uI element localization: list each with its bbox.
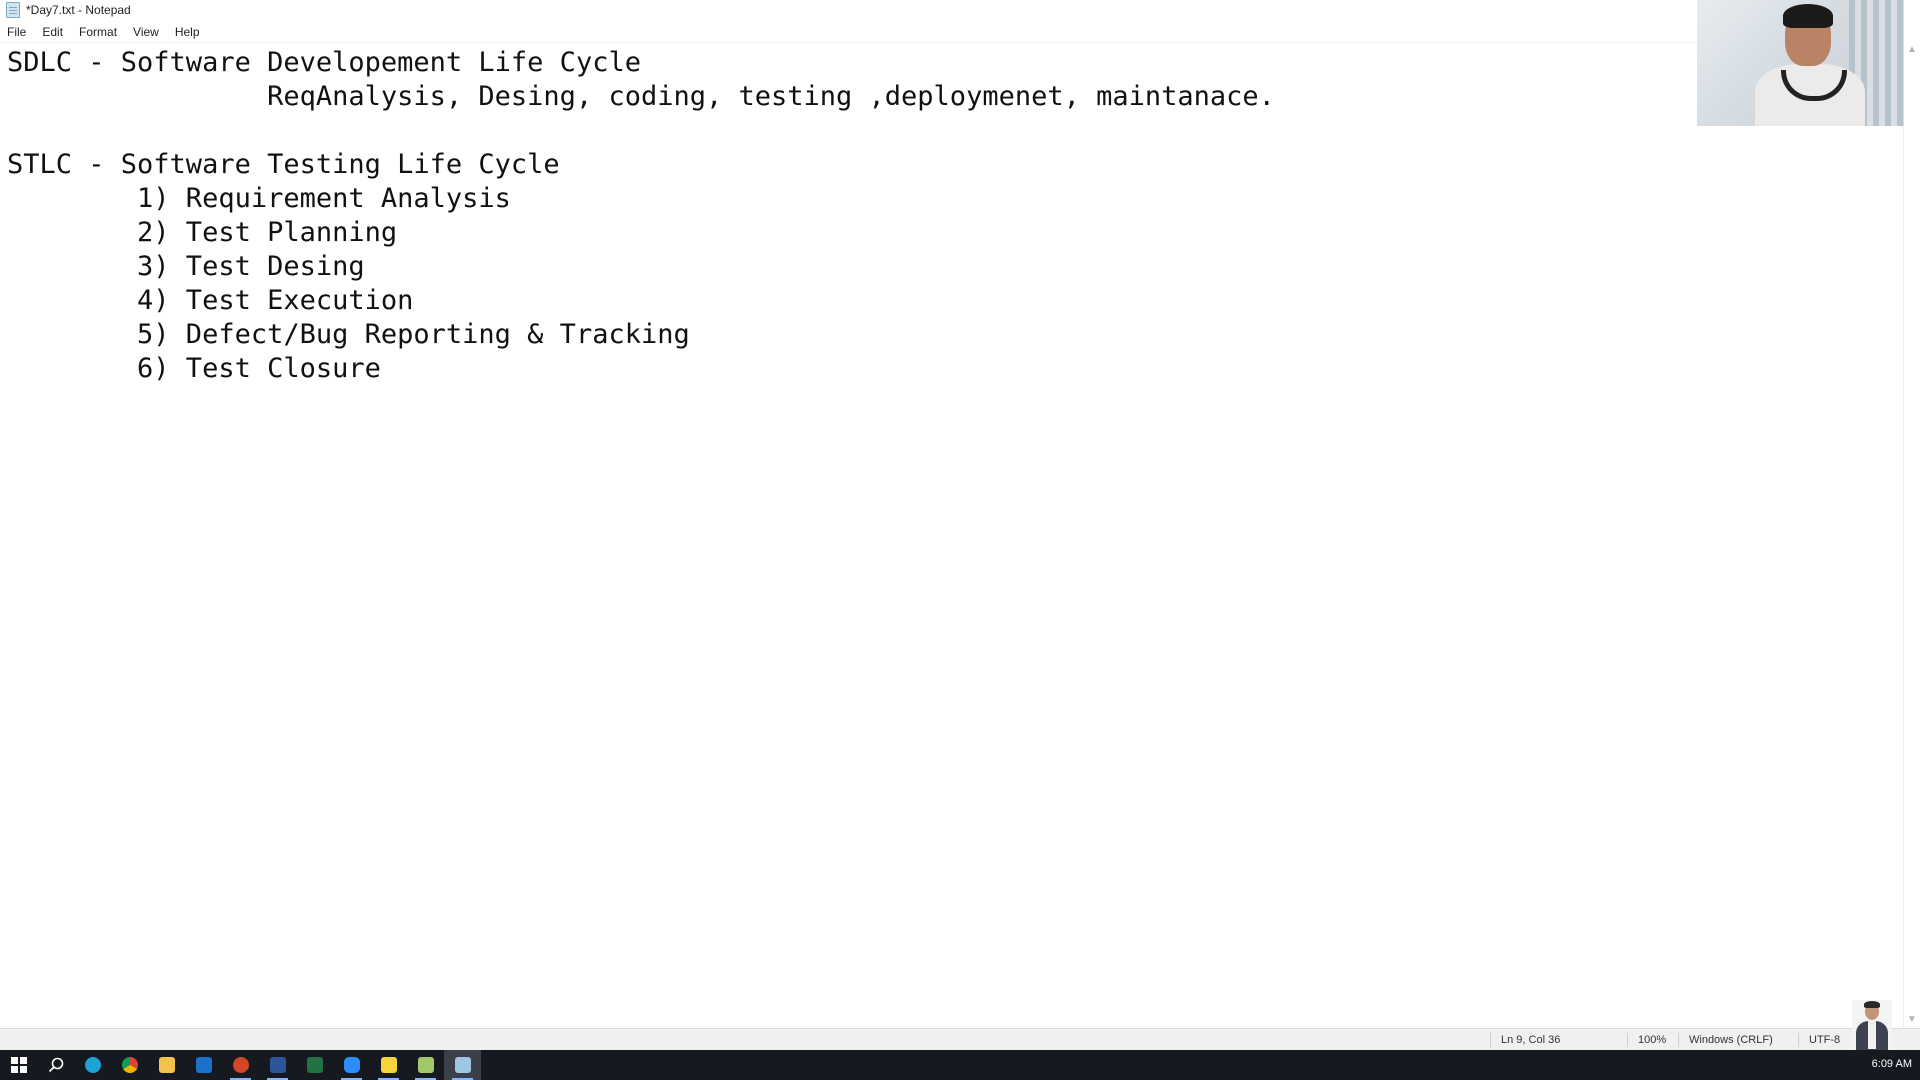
taskbar: [0, 1050, 1920, 1080]
title-bar: *Day7.txt - Notepad: [0, 0, 1920, 20]
excel-icon[interactable]: [296, 1050, 333, 1080]
powerpoint-icon[interactable]: [222, 1050, 259, 1080]
notepad-plus-icon[interactable]: [407, 1050, 444, 1080]
editor-line: STLC - Software Testing Life Cycle: [7, 149, 560, 180]
word-icon[interactable]: [259, 1050, 296, 1080]
outlook-icon[interactable]: [185, 1050, 222, 1080]
line-ending: Windows (CRLF): [1678, 1033, 1809, 1047]
menu-format[interactable]: Format: [71, 25, 125, 39]
editor-line: SDLC - Software Developement Life Cycle: [7, 47, 641, 78]
encoding: UTF-8: [1798, 1033, 1859, 1047]
window-title: *Day7.txt - Notepad: [26, 3, 131, 17]
presenter-hair: [1783, 4, 1833, 28]
text-editor[interactable]: SDLC - Software Developement Life Cycle …: [0, 42, 1904, 1029]
editor-line: 6) Test Closure: [7, 353, 381, 384]
notepad-icon: [6, 2, 20, 18]
chrome-icon[interactable]: [111, 1050, 148, 1080]
scroll-down-icon[interactable]: ▼: [1904, 1012, 1920, 1028]
editor-line: 5) Defect/Bug Reporting & Tracking: [7, 319, 690, 350]
cursor-position: Ln 9, Col 36: [1490, 1033, 1631, 1047]
editor-line: ReqAnalysis, Desing, coding, testing ,de…: [7, 81, 1275, 112]
scroll-up-icon[interactable]: ▲: [1904, 42, 1920, 58]
editor-line: 2) Test Planning: [7, 217, 398, 248]
editor-line: 3) Test Desing: [7, 251, 365, 282]
status-bar: Ln 9, Col 36 100% Windows (CRLF) UTF-8: [0, 1028, 1920, 1051]
notepad-taskbar-icon[interactable]: [444, 1050, 481, 1080]
menu-bar: File Edit Format View Help: [0, 22, 208, 42]
menu-file[interactable]: File: [0, 25, 34, 39]
editor-line: 4) Test Execution: [7, 285, 414, 316]
editor-content[interactable]: SDLC - Software Developement Life Cycle …: [0, 43, 1904, 386]
presenter-avatar: [1852, 1000, 1892, 1050]
menu-edit[interactable]: Edit: [34, 25, 71, 39]
menu-view[interactable]: View: [125, 25, 167, 39]
zoom-icon[interactable]: [333, 1050, 370, 1080]
editor-line: 1) Requirement Analysis: [7, 183, 511, 214]
windows-start-icon[interactable]: [0, 1050, 37, 1080]
sticky-notes-icon[interactable]: [370, 1050, 407, 1080]
edge-icon[interactable]: [74, 1050, 111, 1080]
vertical-scrollbar[interactable]: ▲ ▼: [1903, 42, 1920, 1028]
file-explorer-icon[interactable]: [148, 1050, 185, 1080]
webcam-overlay: [1697, 0, 1904, 126]
menu-help[interactable]: Help: [167, 25, 208, 39]
taskbar-clock[interactable]: 6:09 AM: [1872, 1058, 1912, 1070]
search-icon[interactable]: [37, 1050, 74, 1080]
